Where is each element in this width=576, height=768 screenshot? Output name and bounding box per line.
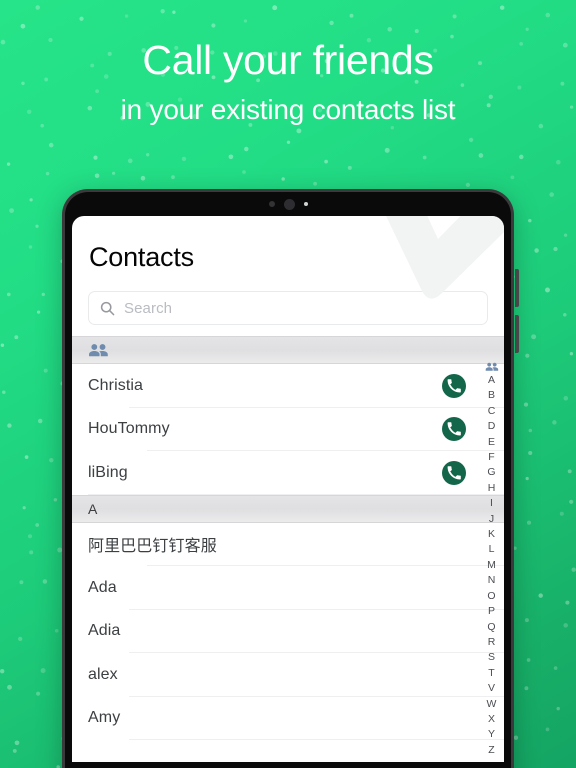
contact-name: HouTommy bbox=[88, 420, 170, 438]
contact-name: liBing bbox=[88, 463, 128, 481]
phone-icon bbox=[447, 379, 461, 393]
search-placeholder: Search bbox=[124, 299, 173, 317]
index-letter-T[interactable]: T bbox=[488, 666, 494, 681]
section-header-a: A bbox=[72, 494, 504, 523]
alphabet-index[interactable]: ABCDEFGHIJKLMNOPQRSTVWXYZ bbox=[483, 362, 500, 758]
contact-name: Adia bbox=[88, 622, 121, 640]
index-letter-M[interactable]: M bbox=[487, 558, 496, 573]
search-icon bbox=[100, 301, 115, 315]
promo-title: Call your friends bbox=[142, 37, 434, 83]
contact-name: Ada bbox=[88, 578, 117, 596]
contact-row[interactable]: Christia bbox=[72, 364, 504, 408]
contact-name: 阿里巴巴钉钉客服 bbox=[88, 538, 217, 556]
call-button[interactable] bbox=[442, 460, 466, 485]
index-letter-O[interactable]: O bbox=[487, 589, 495, 604]
call-button[interactable] bbox=[442, 373, 466, 398]
index-letter-G[interactable]: G bbox=[487, 465, 495, 480]
indicator-led-icon bbox=[303, 202, 308, 206]
index-letter-I[interactable]: I bbox=[490, 496, 493, 511]
index-letter-E[interactable]: E bbox=[488, 435, 495, 450]
contact-row[interactable]: Ada bbox=[72, 566, 504, 610]
contact-name: Amy bbox=[88, 709, 121, 727]
contact-name: alex bbox=[88, 665, 118, 683]
device-notch bbox=[65, 192, 511, 216]
section-header-favorites bbox=[72, 336, 504, 364]
promo-header: Call your friends in your existing conta… bbox=[0, 0, 576, 126]
promo-subtitle: in your existing contacts list bbox=[120, 93, 456, 125]
contact-row[interactable]: Adia bbox=[72, 609, 504, 653]
phone-icon bbox=[447, 466, 461, 480]
contact-name: Christia bbox=[88, 376, 144, 394]
index-letter-R[interactable]: R bbox=[488, 635, 496, 650]
app-screen: Contacts Search Christia HouTommy liBing A 阿… bbox=[72, 216, 504, 762]
group-icon bbox=[89, 343, 108, 356]
index-letter-Z[interactable]: Z bbox=[488, 743, 494, 758]
phone-icon bbox=[447, 422, 461, 436]
index-letter-P[interactable]: P bbox=[488, 604, 495, 619]
index-letter-V[interactable]: V bbox=[488, 681, 495, 696]
index-letter-D[interactable]: D bbox=[488, 419, 496, 434]
device-frame: Contacts Search Christia HouTommy liBing A 阿… bbox=[62, 189, 519, 768]
contact-row[interactable]: alex bbox=[72, 653, 504, 697]
search-container: Search bbox=[72, 273, 504, 325]
contacts-list[interactable]: Christia HouTommy liBing A 阿里巴巴钉钉客服 Ada Adia al… bbox=[72, 336, 504, 740]
device-screen-bezel: Contacts Search Christia HouTommy liBing A 阿… bbox=[65, 192, 511, 768]
index-letter-A[interactable]: A bbox=[488, 373, 495, 388]
index-letter-W[interactable]: W bbox=[487, 697, 497, 712]
front-camera-icon bbox=[283, 198, 295, 210]
index-letter-Y[interactable]: Y bbox=[488, 727, 495, 742]
index-letter-N[interactable]: N bbox=[488, 573, 496, 588]
index-letter-X[interactable]: X bbox=[488, 712, 495, 727]
search-input[interactable]: Search bbox=[88, 291, 488, 325]
call-button[interactable] bbox=[442, 417, 466, 442]
volume-down-button[interactable] bbox=[515, 315, 519, 353]
index-group-icon[interactable] bbox=[485, 362, 499, 372]
page-title: Contacts bbox=[89, 242, 194, 272]
index-letter-J[interactable]: J bbox=[489, 512, 494, 527]
index-letter-S[interactable]: S bbox=[488, 650, 495, 665]
index-letter-C[interactable]: C bbox=[488, 404, 496, 419]
index-letter-B[interactable]: B bbox=[488, 388, 495, 403]
section-header-label: A bbox=[88, 500, 98, 517]
index-letter-F[interactable]: F bbox=[488, 450, 494, 465]
contact-row[interactable]: HouTommy bbox=[72, 407, 504, 451]
index-letter-K[interactable]: K bbox=[488, 527, 495, 542]
proximity-sensor-icon bbox=[268, 201, 275, 207]
contact-row[interactable]: 阿里巴巴钉钉客服 bbox=[72, 522, 504, 566]
index-letter-Q[interactable]: Q bbox=[487, 620, 495, 635]
contact-row[interactable]: liBing bbox=[72, 451, 504, 495]
index-letter-H[interactable]: H bbox=[488, 481, 496, 496]
volume-up-button[interactable] bbox=[515, 269, 519, 307]
contact-row[interactable]: Amy bbox=[72, 696, 504, 740]
index-letter-L[interactable]: L bbox=[489, 542, 495, 557]
